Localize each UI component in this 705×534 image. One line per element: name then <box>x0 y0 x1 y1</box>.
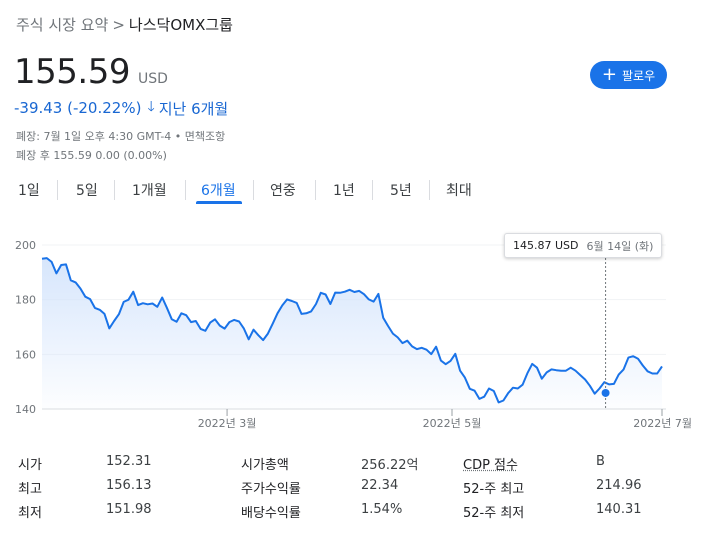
tab-1-year[interactable]: 1년 <box>333 180 355 200</box>
tab-divider <box>429 180 430 200</box>
breadcrumb: 주식 시장 요약 > 나스닥OMX그룹 <box>16 14 233 35</box>
tab-1-day[interactable]: 1일 <box>18 180 40 200</box>
stat-value: 152.31 <box>106 454 152 469</box>
tab-divider <box>253 180 254 200</box>
current-price: 155.59 <box>14 52 130 92</box>
after-hours-info: 폐장 후 155.59 0.00 (0.00%) <box>16 149 167 162</box>
stat-label: 시가 <box>18 458 42 473</box>
price-row: 155.59 USD <box>14 52 168 92</box>
tooltip-price: 145.87 USD <box>513 239 579 252</box>
stat-value: 140.31 <box>596 502 642 517</box>
time-range-tabs: 1일 5일 1개월 6개월 연중 1년 5년 최대 <box>0 172 705 206</box>
x-tick-label: 2022년 3월 <box>198 417 257 430</box>
x-axis: 2022년 3월 2022년 5월 2022년 7월 <box>198 409 692 430</box>
stat-value: 1.54% <box>361 502 403 517</box>
cdp-score-link[interactable]: CDP 점수 <box>463 454 518 473</box>
active-tab-indicator <box>196 201 242 204</box>
price-change: -39.43 (-20.22%) 🡓 지난 6개월 <box>14 96 228 120</box>
stat-label: 주가수익률 <box>241 482 301 497</box>
stat-label: 최저 <box>18 506 42 521</box>
follow-button[interactable]: + 팔로우 <box>590 61 667 89</box>
tab-divider <box>315 180 316 200</box>
x-tick-label: 2022년 5월 <box>423 417 482 430</box>
tab-5-year[interactable]: 5년 <box>390 180 412 200</box>
disclaimer-link[interactable]: 면책조항 <box>185 130 225 143</box>
breadcrumb-current: 나스닥OMX그룹 <box>128 16 233 34</box>
y-tick-label: 180 <box>15 294 36 307</box>
hover-point <box>601 388 610 397</box>
y-tick-label: 160 <box>15 348 36 361</box>
stat-label: 52-주 최저 <box>463 506 525 521</box>
tab-max[interactable]: 최대 <box>446 180 472 200</box>
stat-label: 시가총액 <box>241 458 289 473</box>
stats-row: 최저 151.98 배당수익률 1.54% 52-주 최저 140.31 <box>0 502 705 524</box>
stat-value: 22.34 <box>361 478 399 493</box>
stat-value: 151.98 <box>106 502 152 517</box>
change-value: -39.43 (-20.22%) <box>14 99 142 117</box>
y-axis-labels: 140 160 180 200 <box>15 239 36 416</box>
stat-label: 배당수익률 <box>241 506 301 521</box>
breadcrumb-separator: > <box>112 16 125 34</box>
stats-row: 최고 156.13 주가수익률 22.34 52-주 최고 214.96 <box>0 478 705 500</box>
tab-6-month[interactable]: 6개월 <box>201 180 236 200</box>
tooltip-date: 6월 14일 (화) <box>586 239 654 253</box>
stat-label: 최고 <box>18 482 42 497</box>
follow-button-label: 팔로우 <box>621 68 656 83</box>
stat-value: 156.13 <box>106 478 152 493</box>
close-time: 폐장: 7월 1일 오후 4:30 GMT-4 • <box>16 130 182 143</box>
stat-value: B <box>596 454 605 469</box>
price-area-fill <box>42 258 662 409</box>
tab-divider <box>57 180 58 200</box>
arrow-down-icon: 🡓 <box>147 99 155 115</box>
currency-label: USD <box>137 71 168 87</box>
x-tick-label: 2022년 7월 <box>633 417 692 430</box>
tab-1-month[interactable]: 1개월 <box>132 180 167 200</box>
tab-5-day[interactable]: 5일 <box>76 180 98 200</box>
stat-value: 256.22억 <box>361 458 419 473</box>
tab-divider <box>372 180 373 200</box>
stat-value: 214.96 <box>596 478 642 493</box>
chart-tooltip: 145.87 USD 6월 14일 (화) <box>504 233 663 258</box>
tab-divider <box>185 180 186 200</box>
close-time-info: 폐장: 7월 1일 오후 4:30 GMT-4 • 면책조항 <box>16 128 225 144</box>
tab-divider <box>114 180 115 200</box>
tab-ytd[interactable]: 연중 <box>270 180 296 200</box>
y-tick-label: 200 <box>15 239 36 252</box>
stats-row: 시가 152.31 시가총액 256.22억 CDP 점수 B <box>0 454 705 476</box>
y-tick-label: 140 <box>15 403 36 416</box>
change-period: 지난 6개월 <box>158 99 229 118</box>
stat-label: 52-주 최고 <box>463 482 525 497</box>
breadcrumb-parent-link[interactable]: 주식 시장 요약 <box>16 16 108 34</box>
plus-icon: + <box>601 64 617 85</box>
